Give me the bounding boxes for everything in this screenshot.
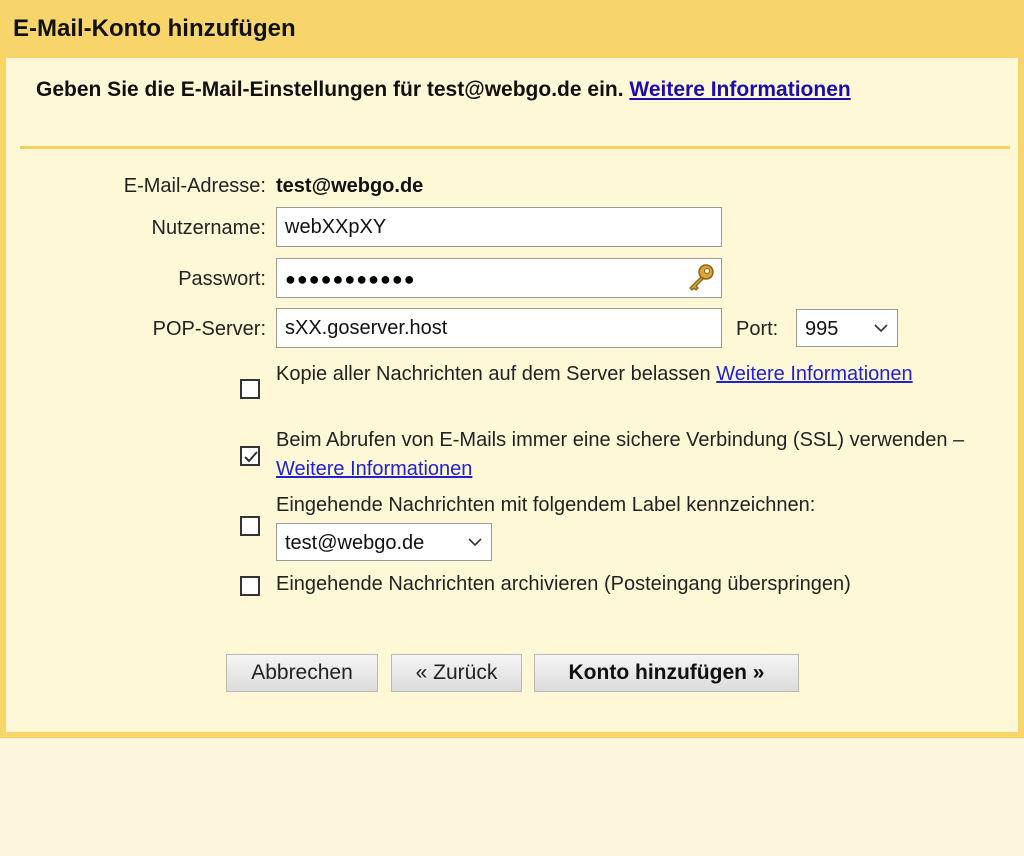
dialog-panel: Geben Sie die E-Mail-Einstellungen für t… xyxy=(0,58,1024,738)
password-masked-value: ●●●●●●●●●●● xyxy=(285,269,416,289)
keep-copy-checkbox[interactable] xyxy=(240,379,260,399)
add-account-button[interactable]: Konto hinzufügen » xyxy=(534,654,799,692)
back-button[interactable]: « Zurück xyxy=(391,654,522,692)
chevron-down-icon xyxy=(468,538,482,547)
chevron-down-icon xyxy=(874,324,888,333)
archive-option-text: Eingehende Nachrichten archivieren (Post… xyxy=(276,573,851,595)
ssl-checkbox[interactable] xyxy=(240,446,260,466)
checkmark-icon xyxy=(244,451,258,463)
port-label: Port: xyxy=(736,318,779,340)
key-icon[interactable] xyxy=(685,262,717,294)
username-input[interactable] xyxy=(276,207,722,247)
ssl-more-info-link[interactable]: Weitere Informationen xyxy=(276,458,472,480)
label-select[interactable]: test@webgo.de xyxy=(276,523,492,561)
password-input[interactable]: ●●●●●●●●●●● xyxy=(276,258,722,298)
email-label: E-Mail-Adresse: xyxy=(123,175,266,197)
pop-server-label: POP-Server: xyxy=(152,318,266,340)
intro-more-info-link[interactable]: Weitere Informationen xyxy=(629,78,850,101)
email-value: test@webgo.de xyxy=(276,175,424,197)
label-checkbox[interactable] xyxy=(240,516,260,536)
label-option-text: Eingehende Nachrichten mit folgendem Lab… xyxy=(276,494,816,516)
keep-copy-label: Kopie aller Nachrichten auf dem Server b… xyxy=(276,363,717,385)
section-divider xyxy=(20,146,1010,149)
ssl-option: Beim Abrufen von E-Mails immer eine sich… xyxy=(276,426,996,484)
label-selected-value: test@webgo.de xyxy=(285,532,425,554)
intro-text-label: Geben Sie die E-Mail-Einstellungen für t… xyxy=(36,78,630,101)
keep-copy-option: Kopie aller Nachrichten auf dem Server b… xyxy=(276,360,916,389)
port-selected-value: 995 xyxy=(805,318,839,340)
keep-copy-more-info-link[interactable]: Weitere Informationen xyxy=(716,363,912,385)
intro-text: Geben Sie die E-Mail-Einstellungen für t… xyxy=(36,75,896,104)
port-select[interactable]: 995 xyxy=(796,309,898,347)
cancel-button[interactable]: Abbrechen xyxy=(226,654,378,692)
username-label: Nutzername: xyxy=(151,217,267,239)
archive-checkbox[interactable] xyxy=(240,576,260,596)
ssl-label: Beim Abrufen von E-Mails immer eine sich… xyxy=(276,429,965,451)
pop-server-input[interactable] xyxy=(276,308,722,348)
dialog-title: E-Mail-Konto hinzufügen xyxy=(13,15,296,42)
password-label: Passwort: xyxy=(178,268,266,290)
dialog-title-bar: E-Mail-Konto hinzufügen xyxy=(0,0,1024,58)
